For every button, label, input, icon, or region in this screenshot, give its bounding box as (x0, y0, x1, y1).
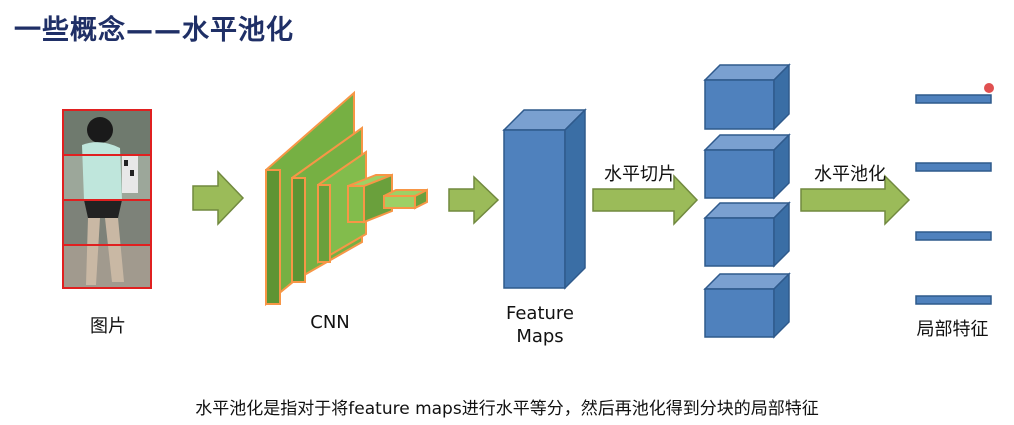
label-local-features: 局部特征 (916, 319, 989, 340)
label-cnn: CNN (310, 312, 350, 333)
feature-maps-cube (502, 108, 587, 290)
pooling-diagram (62, 63, 994, 339)
arrow-cnn-to-featuremaps (448, 175, 500, 225)
feature-bar-2 (915, 162, 992, 172)
sliced-cube-4 (703, 272, 791, 339)
feature-bar-4 (915, 295, 992, 305)
label-slice-arrow: 水平切片 (604, 164, 676, 185)
label-pool-arrow: 水平池化 (814, 164, 886, 185)
caption: 水平池化是指对于将feature maps进行水平等分，然后再池化得到分块的局部… (195, 399, 819, 419)
local-feature-bars (915, 94, 992, 305)
sliced-cube-3 (703, 201, 791, 268)
feature-bar-3 (915, 231, 992, 241)
arrow-image-to-cnn (192, 170, 245, 226)
label-feature-maps-line2: Maps (516, 326, 564, 347)
pointer-dot (984, 83, 994, 93)
sliced-cube-2 (703, 133, 791, 200)
sliced-cube-1 (703, 63, 791, 131)
cnn-stack (265, 90, 428, 307)
feature-bar-1 (915, 94, 992, 104)
label-feature-maps-line1: Feature (505, 303, 575, 324)
label-image: 图片 (90, 316, 126, 337)
